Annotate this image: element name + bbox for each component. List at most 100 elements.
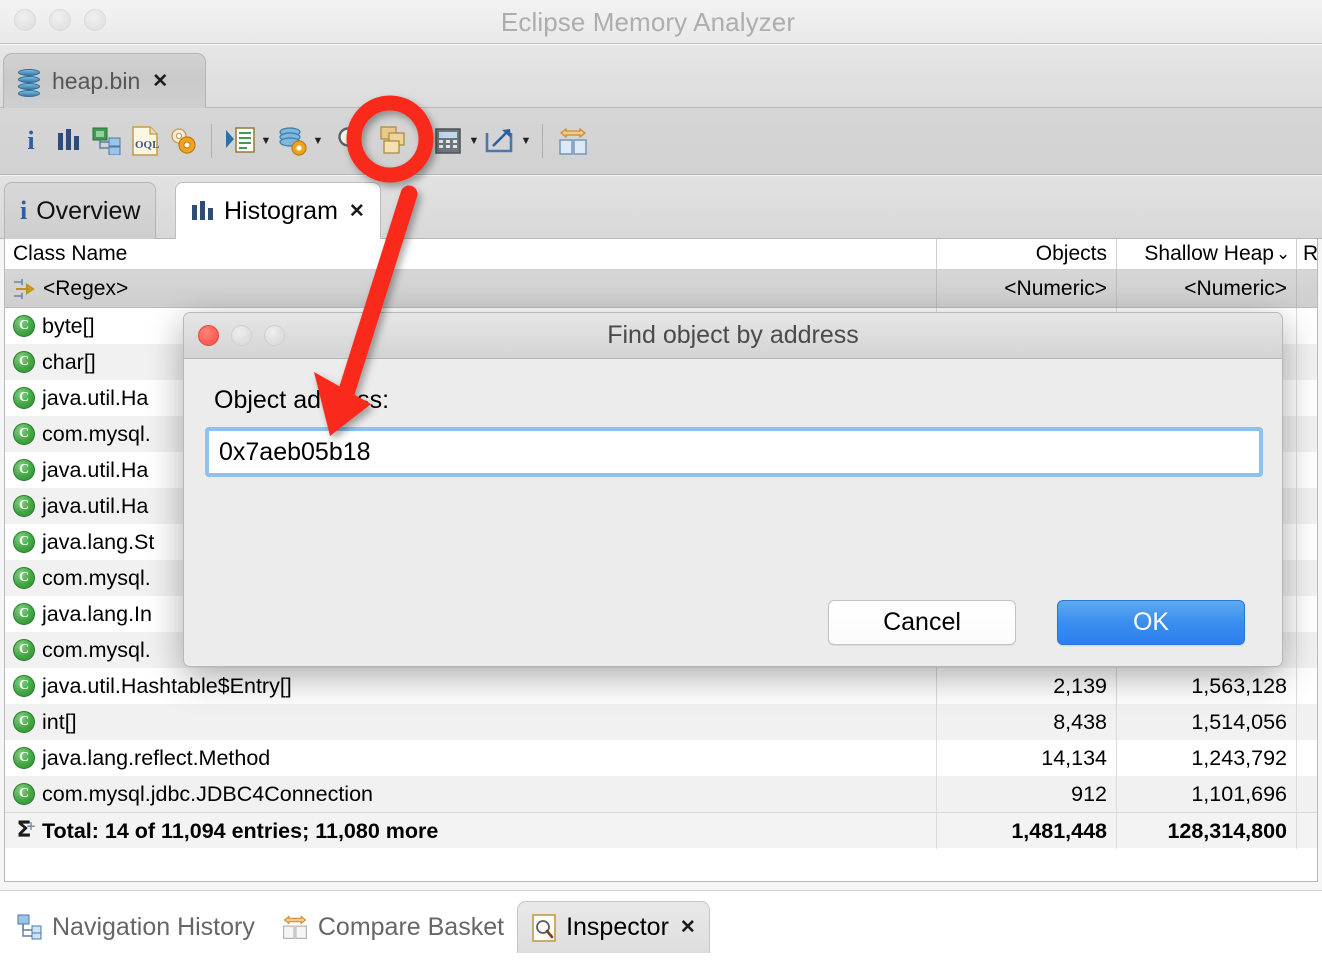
class-name-text: java.lang.reflect.Method [42, 746, 271, 770]
histogram-button[interactable] [50, 121, 88, 161]
cell-retained-heap [1296, 596, 1317, 632]
table-row[interactable]: C java.util.Hashtable$Entry[] 2,139 1,56… [5, 668, 1317, 704]
bottom-tab-label: Navigation History [52, 912, 255, 941]
navigation-history-icon [17, 914, 42, 940]
export-arrow-icon [485, 129, 513, 153]
table-row[interactable]: C com.mysql.jdbc.JDBC4Connection 912 1,1… [5, 776, 1317, 812]
table-header-row: Class Name Objects Shallow Heap ⌄ R [5, 239, 1317, 270]
dialog-button-row: Cancel OK [828, 600, 1245, 645]
class-icon: C [13, 639, 35, 661]
column-header-shallow-heap[interactable]: Shallow Heap [1116, 239, 1296, 269]
bottom-tab-inspector[interactable]: Inspector ✕ [517, 901, 710, 953]
chevron-down-icon[interactable]: ▼ [415, 121, 429, 161]
column-header-retained-heap[interactable]: R [1296, 239, 1317, 269]
cell-total-shallow-heap: 128,314,800 [1116, 813, 1296, 849]
sort-indicator-icon: ⌄ [1276, 244, 1291, 263]
cell-objects: 14,134 [936, 740, 1116, 776]
group-windows-icon [380, 126, 405, 154]
filter-shallow-heap-value[interactable]: <Numeric> [1116, 270, 1296, 307]
svg-text:OQL: OQL [135, 139, 159, 151]
cell-retained-heap [1296, 380, 1317, 416]
heap-dump-actions-button[interactable] [273, 121, 311, 161]
export-button[interactable] [481, 121, 519, 161]
find-object-by-address-button[interactable] [325, 121, 377, 161]
chevron-down-icon[interactable]: ▼ [311, 121, 325, 161]
cancel-button[interactable]: Cancel [828, 600, 1016, 645]
class-icon: C [13, 747, 35, 769]
chevron-down-icon[interactable]: ▼ [259, 121, 273, 161]
dialog-titlebar: Find object by address [184, 313, 1282, 359]
tab-overview[interactable]: i Overview [4, 182, 157, 239]
filter-row: <Regex> <Numeric> <Numeric> [5, 270, 1317, 308]
cell-total-label: Σ + Total: 14 of 11,094 entries; 11,080 m… [5, 813, 936, 849]
chevron-down-icon[interactable]: ▼ [519, 121, 533, 161]
compare-button[interactable] [552, 121, 594, 161]
toolbar-separator [211, 124, 212, 158]
class-icon: C [13, 531, 35, 553]
cell-retained-heap [1296, 524, 1317, 560]
cell-retained-heap [1296, 668, 1317, 704]
column-header-objects[interactable]: Objects [936, 239, 1116, 269]
filter-retained-heap-value[interactable] [1296, 270, 1317, 307]
class-name-text: java.util.Hashtable$Entry[] [42, 674, 292, 698]
ok-button[interactable]: OK [1057, 600, 1245, 645]
tab-histogram[interactable]: Histogram ✕ [175, 182, 381, 239]
calculate-button[interactable] [429, 121, 467, 161]
dominator-tree-button[interactable] [88, 121, 126, 161]
bottom-tab-navigation-history[interactable]: Navigation History [4, 901, 268, 953]
filter-class-name-cell[interactable]: <Regex> [5, 270, 936, 307]
dialog-zoom-button[interactable] [264, 325, 285, 346]
editor-tab-heap-bin[interactable]: heap.bin ✕ [3, 53, 206, 109]
class-name-text: char[] [42, 350, 96, 374]
dialog-close-button[interactable] [198, 325, 219, 346]
editor-tab-label: heap.bin [52, 68, 141, 94]
filter-objects-value[interactable]: <Numeric> [936, 270, 1116, 307]
toolbar-separator [542, 124, 543, 158]
dialog-minimize-button[interactable] [231, 325, 252, 346]
class-name-text: java.util.Ha [42, 458, 149, 482]
class-icon: C [13, 387, 35, 409]
oql-button[interactable]: OQL [126, 121, 164, 161]
cell-retained-heap [1296, 776, 1317, 812]
histogram-icon [192, 201, 213, 220]
dialog-title: Find object by address [607, 321, 859, 349]
class-name-text: com.mysql.jdbc.JDBC4Connection [42, 782, 373, 806]
class-icon: C [13, 423, 35, 445]
overview-info-button[interactable]: i [12, 121, 50, 161]
cell-retained-heap [1296, 632, 1317, 668]
table-row[interactable]: C java.lang.reflect.Method 14,134 1,243,… [5, 740, 1317, 776]
cell-shallow-heap: 1,514,056 [1116, 704, 1296, 740]
window-title: Eclipse Memory Analyzer [500, 7, 796, 37]
group-result-button[interactable] [377, 121, 415, 161]
inspector-icon [532, 913, 556, 942]
class-icon: C [13, 351, 35, 373]
cell-retained-heap [1296, 452, 1317, 488]
dominator-tree-icon [92, 127, 121, 155]
object-address-input[interactable] [209, 431, 1259, 473]
thread-overview-button[interactable] [164, 121, 202, 161]
column-header-class-name[interactable]: Class Name [5, 239, 936, 269]
run-expert-system-button[interactable] [221, 121, 259, 161]
cell-objects: 912 [936, 776, 1116, 812]
cell-class-name: C com.mysql.jdbc.JDBC4Connection [5, 776, 936, 812]
table-row[interactable]: C int[] 8,438 1,514,056 [5, 704, 1317, 740]
editor-tabbar: heap.bin ✕ [0, 45, 1322, 109]
cell-retained-heap [1296, 416, 1317, 452]
total-text: Total: 14 of 11,094 entries; 11,080 more [42, 819, 439, 843]
class-icon: C [13, 711, 35, 733]
close-icon[interactable]: ✕ [680, 916, 696, 939]
cell-shallow-heap: 1,563,128 [1116, 668, 1296, 704]
close-icon[interactable]: ✕ [349, 200, 365, 223]
tab-overview-label: Overview [36, 196, 141, 225]
cell-shallow-heap: 1,243,792 [1116, 740, 1296, 776]
cell-retained-heap [1296, 740, 1317, 776]
close-icon[interactable]: ✕ [152, 70, 168, 93]
cell-total-retained-heap [1296, 813, 1317, 849]
run-query-icon [226, 127, 255, 153]
chevron-down-icon[interactable]: ▼ [467, 121, 481, 161]
bottom-tab-compare-basket[interactable]: Compare Basket [268, 901, 517, 953]
sum-icon: Σ + [16, 818, 36, 843]
class-icon: C [13, 567, 35, 589]
regex-filter-icon [13, 276, 37, 302]
class-icon: C [13, 783, 35, 805]
